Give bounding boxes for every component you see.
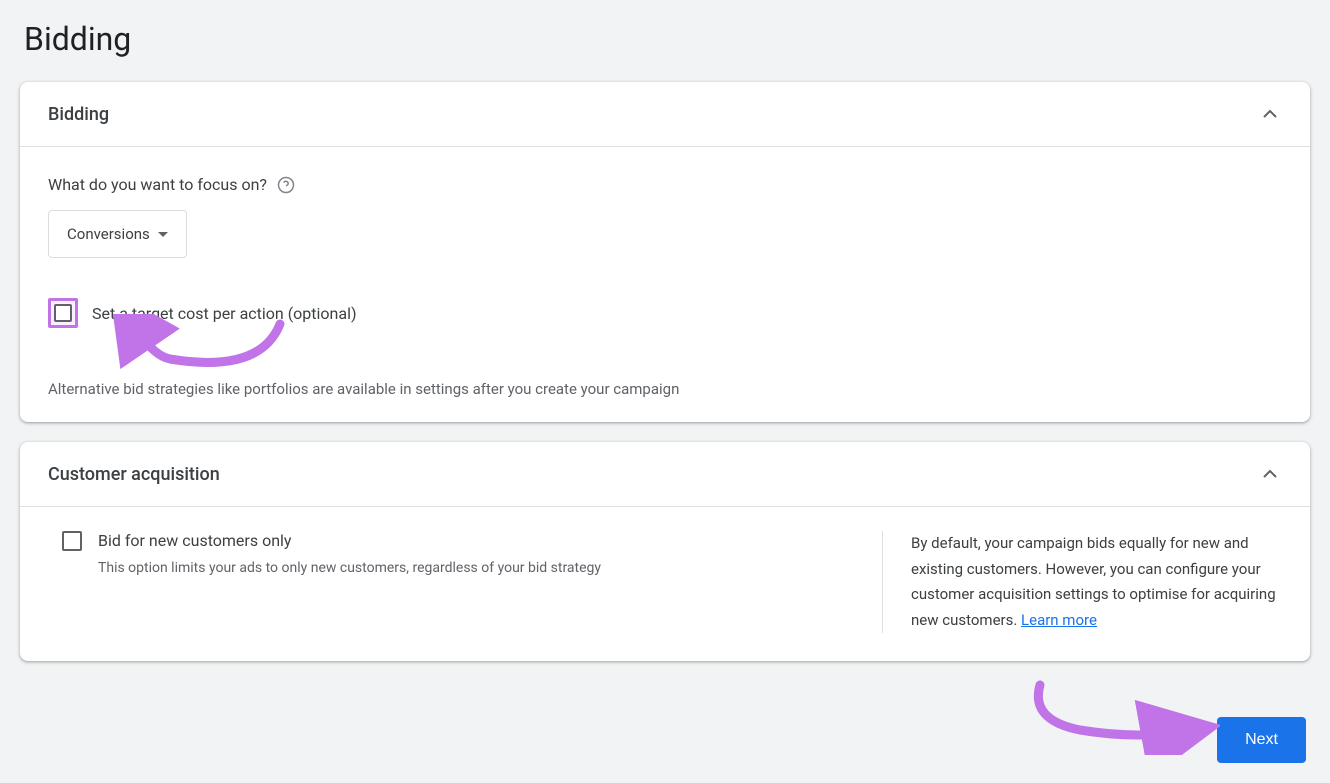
help-icon[interactable]: [277, 176, 295, 194]
next-button-row: Next: [20, 681, 1310, 763]
chevron-up-icon: [1258, 462, 1282, 486]
customer-card-header[interactable]: Customer acquisition: [20, 442, 1310, 507]
learn-more-link[interactable]: Learn more: [1021, 611, 1097, 629]
page-title: Bidding: [24, 20, 1310, 58]
annotation-arrow-icon: [1020, 675, 1220, 755]
bidding-card-header[interactable]: Bidding: [20, 82, 1310, 147]
customer-card-title: Customer acquisition: [48, 464, 220, 485]
next-button[interactable]: Next: [1217, 717, 1306, 763]
target-cpa-label: Set a target cost per action (optional): [92, 304, 357, 323]
chevron-up-icon: [1258, 102, 1282, 126]
focus-question-label: What do you want to focus on?: [48, 175, 267, 194]
focus-dropdown-value: Conversions: [67, 225, 150, 243]
target-cpa-row: Set a target cost per action (optional): [48, 298, 1282, 328]
bid-new-customers-checkbox[interactable]: [62, 531, 82, 551]
focus-question-row: What do you want to focus on?: [48, 175, 1282, 194]
alt-strategies-hint: Alternative bid strategies like portfoli…: [48, 380, 1282, 398]
customer-left-panel: Bid for new customers only This option l…: [48, 531, 882, 633]
bidding-card-title: Bidding: [48, 104, 109, 125]
bid-new-customers-label: Bid for new customers only: [98, 531, 601, 550]
bid-new-customers-hint: This option limits your ads to only new …: [98, 560, 601, 576]
bidding-card: Bidding What do you want to focus on? Co…: [20, 82, 1310, 422]
annotation-arrow-icon: [110, 314, 290, 384]
customer-acquisition-card: Customer acquisition Bid for new custome…: [20, 442, 1310, 661]
focus-dropdown[interactable]: Conversions: [48, 210, 187, 258]
customer-info-panel: By default, your campaign bids equally f…: [882, 531, 1282, 633]
target-cpa-checkbox[interactable]: [48, 298, 78, 328]
caret-down-icon: [158, 232, 168, 237]
bidding-card-body: What do you want to focus on? Conversion…: [20, 147, 1310, 422]
bid-new-customers-row: Bid for new customers only This option l…: [62, 531, 842, 576]
customer-card-body: Bid for new customers only This option l…: [20, 507, 1310, 661]
